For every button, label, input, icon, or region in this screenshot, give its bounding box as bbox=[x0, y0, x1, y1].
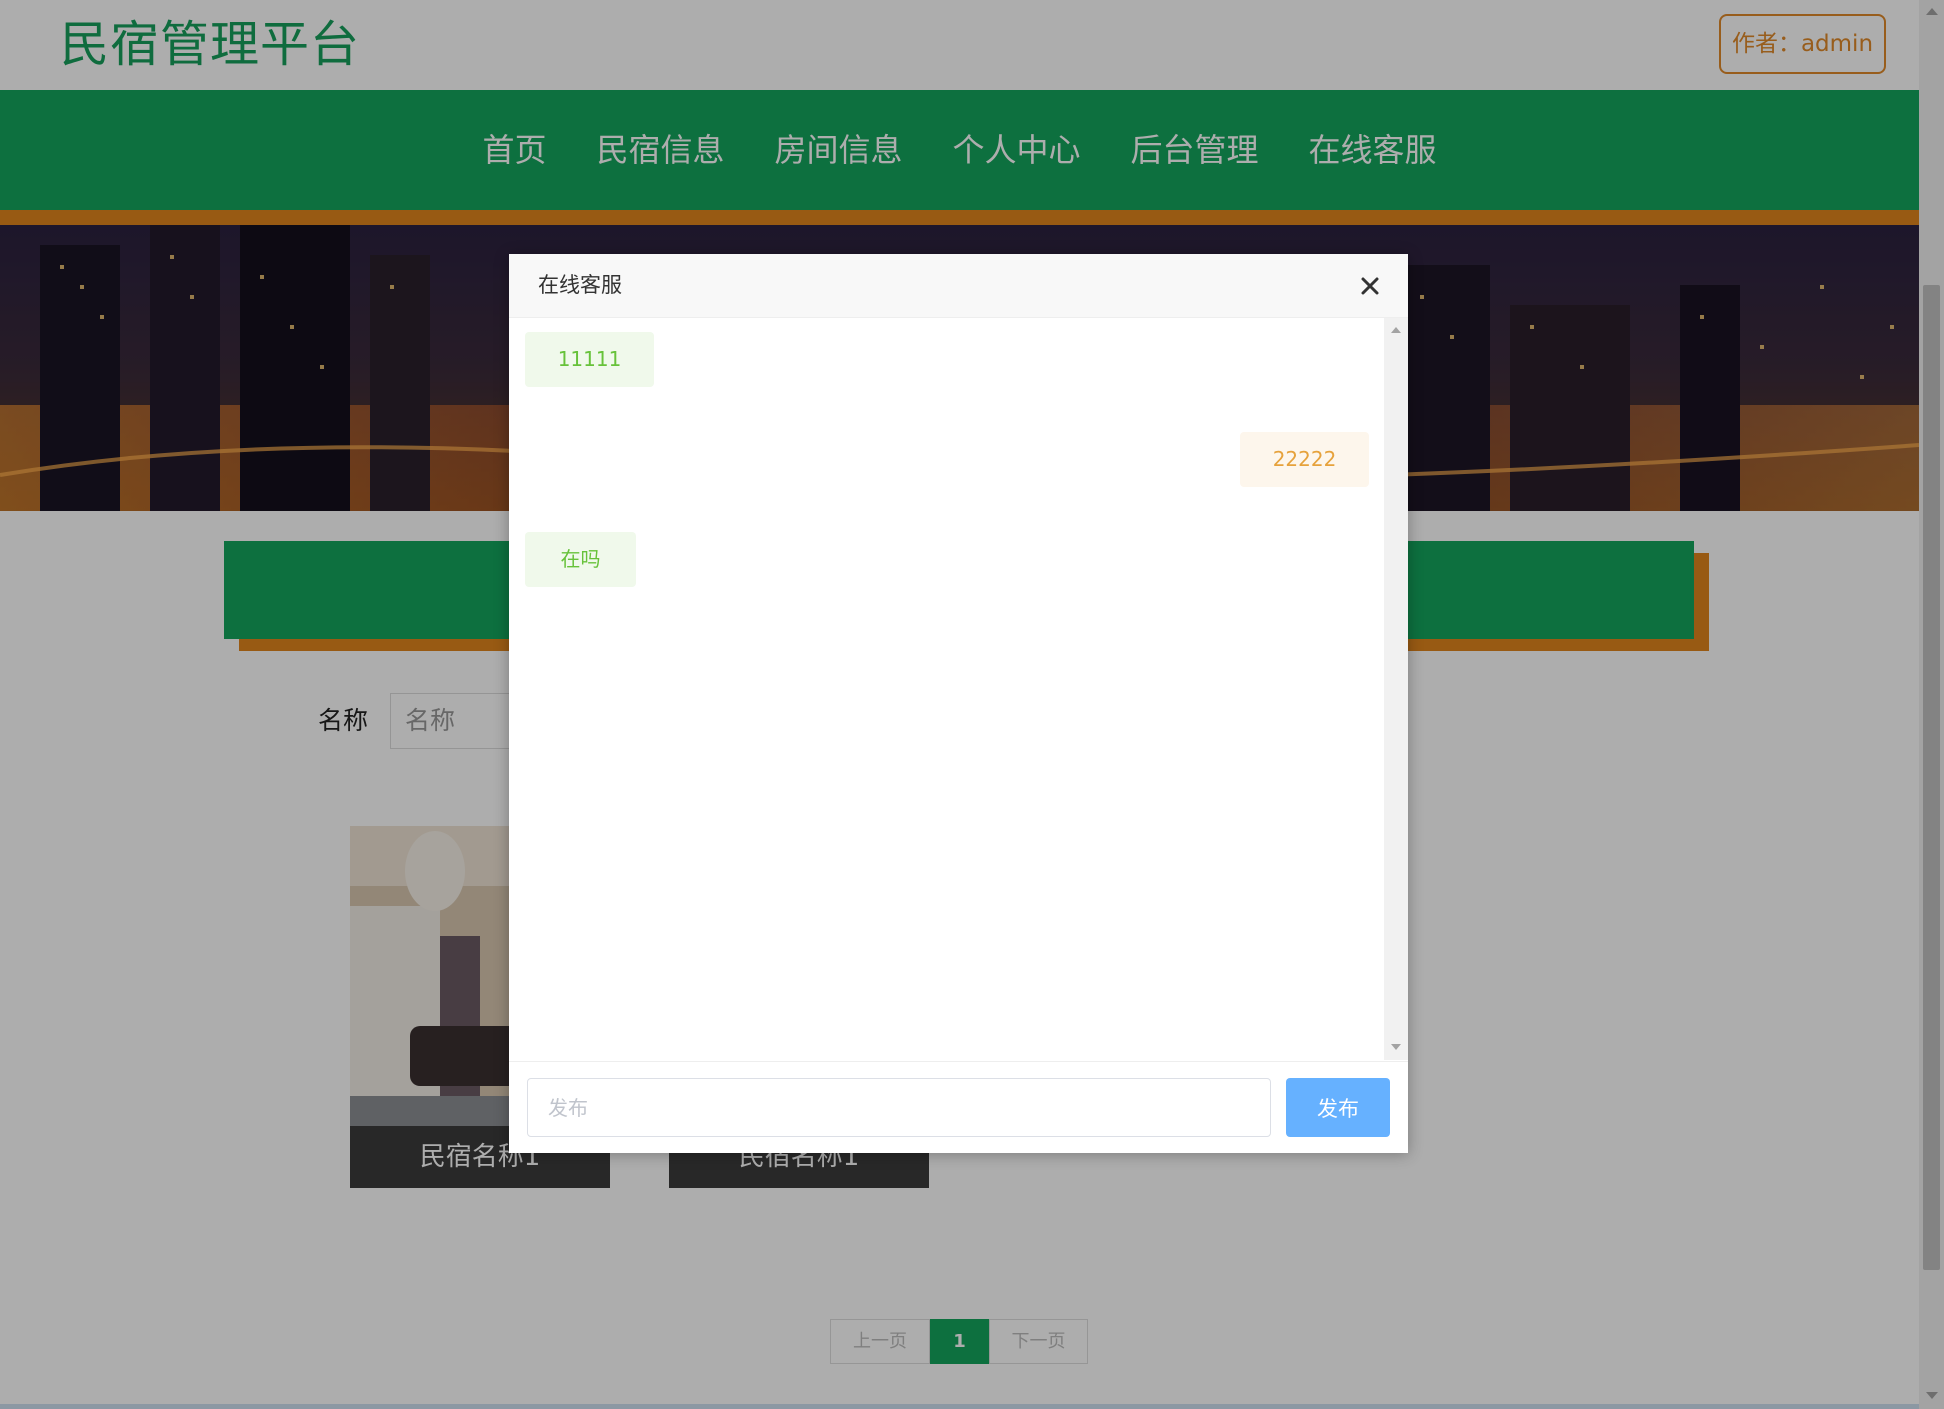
chat-message-left: 11111 bbox=[525, 332, 654, 387]
dialog-title: 在线客服 bbox=[538, 273, 622, 297]
scroll-up-arrow-icon[interactable] bbox=[1391, 327, 1401, 333]
chat-messages[interactable]: 11111 22222 在吗 bbox=[509, 318, 1384, 1060]
chat-message-left: 在吗 bbox=[525, 532, 636, 587]
close-icon[interactable] bbox=[1355, 271, 1385, 301]
online-service-dialog: 在线客服 11111 22222 在吗 发布 bbox=[509, 254, 1408, 1153]
dialog-footer: 发布 bbox=[509, 1061, 1408, 1153]
chat-message-right: 22222 bbox=[1240, 432, 1369, 487]
scroll-down-arrow-icon[interactable] bbox=[1391, 1044, 1401, 1050]
message-input[interactable] bbox=[527, 1078, 1271, 1137]
send-button[interactable]: 发布 bbox=[1286, 1078, 1390, 1137]
dialog-header: 在线客服 bbox=[509, 254, 1408, 318]
chat-scrollbar[interactable] bbox=[1384, 318, 1408, 1060]
